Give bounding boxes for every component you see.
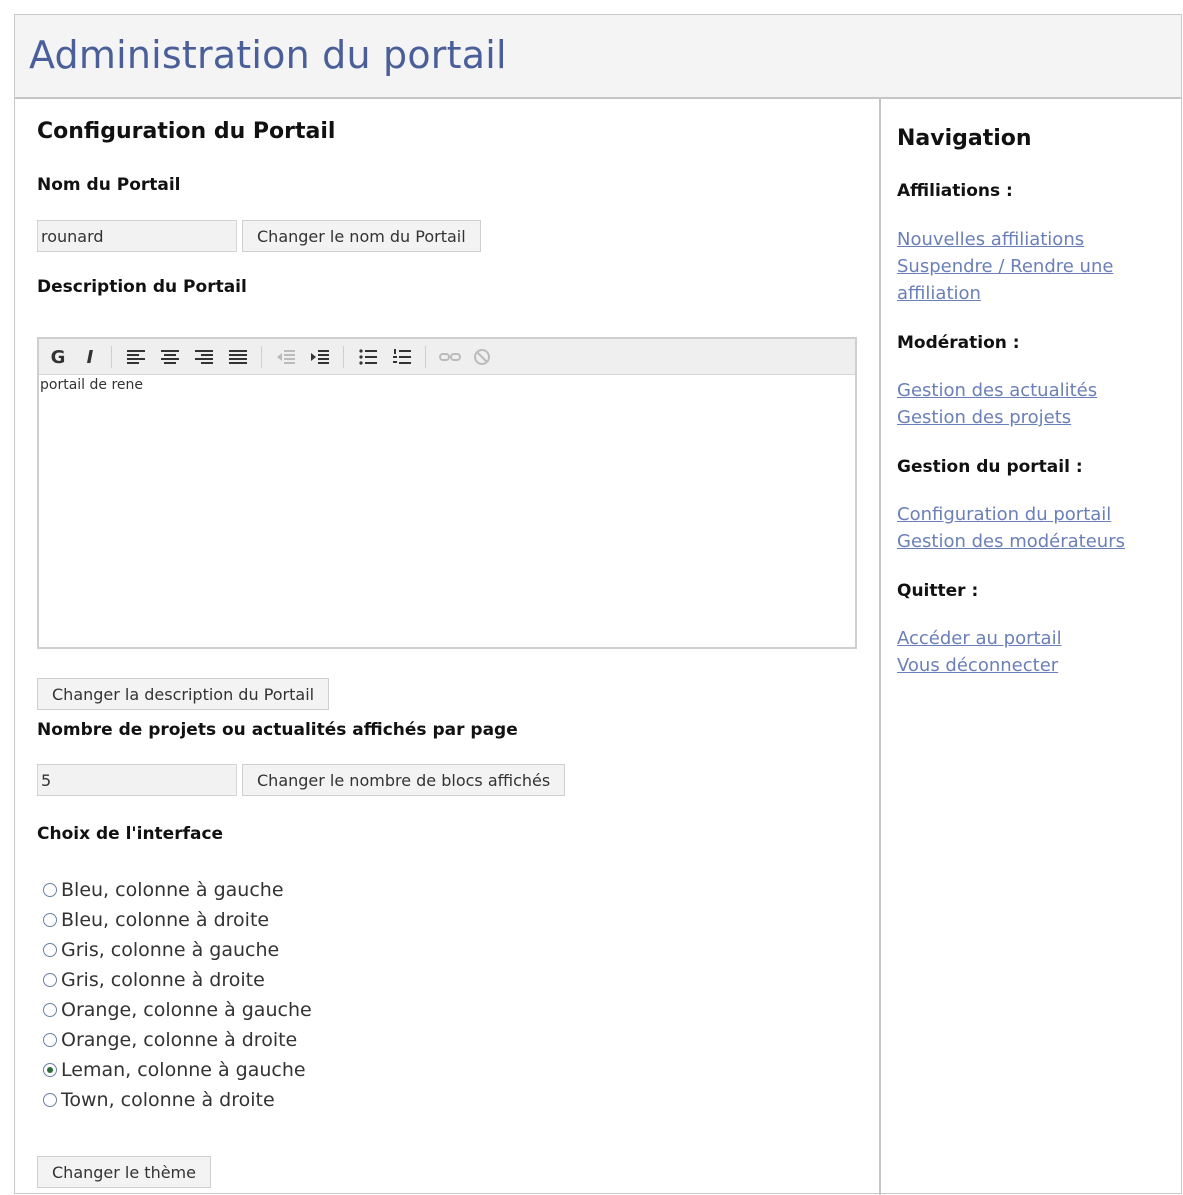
radio-button[interactable] — [43, 973, 57, 987]
change-theme-button[interactable]: Changer le thème — [37, 1156, 211, 1188]
link-logout[interactable]: Vous déconnecter — [897, 652, 1058, 679]
radio-button[interactable] — [43, 1093, 57, 1107]
theme-option-label: Orange, colonne à gauche — [61, 999, 312, 1021]
theme-option-label: Orange, colonne à droite — [61, 1029, 298, 1051]
link-manage-moderators[interactable]: Gestion des modérateurs — [897, 528, 1125, 555]
change-name-button[interactable]: Changer le nom du Portail — [242, 220, 481, 252]
blocks-per-page-input[interactable] — [37, 764, 237, 796]
radio-button[interactable] — [43, 913, 57, 927]
page-header: Administration du portail — [15, 15, 1181, 99]
link-suspend-affiliation-cont[interactable]: affiliation — [897, 280, 981, 307]
sidebar: Navigation Affiliations : Nouvelles affi… — [881, 99, 1181, 1195]
rich-text-editor: G I portail de rene — [37, 337, 857, 649]
link-portal-configuration[interactable]: Configuration du portail — [897, 501, 1111, 528]
theme-option-label: Gris, colonne à droite — [61, 969, 265, 991]
align-right-icon[interactable] — [191, 344, 217, 370]
align-justify-icon[interactable] — [225, 344, 251, 370]
theme-option[interactable]: Gris, colonne à droite — [43, 966, 265, 994]
radio-button[interactable] — [43, 1033, 57, 1047]
page-title: Administration du portail — [29, 33, 507, 77]
bullet-list-icon[interactable] — [355, 344, 381, 370]
italic-icon[interactable]: I — [77, 344, 103, 370]
sidebar-heading-portal: Gestion du portail : — [897, 457, 1083, 477]
align-center-icon[interactable] — [157, 344, 183, 370]
link-new-affiliations[interactable]: Nouvelles affiliations — [897, 226, 1084, 253]
radio-button[interactable] — [43, 943, 57, 957]
radio-button-checked[interactable] — [43, 1063, 57, 1077]
portal-name-input[interactable] — [37, 220, 237, 252]
change-description-button[interactable]: Changer la description du Portail — [37, 678, 330, 710]
sidebar-heading-moderation: Modération : — [897, 333, 1020, 353]
change-blocks-button[interactable]: Changer le nombre de blocs affichés — [242, 764, 566, 796]
unlink-icon[interactable] — [469, 344, 495, 370]
link-manage-news[interactable]: Gestion des actualités — [897, 377, 1097, 404]
theme-option[interactable]: Town, colonne à droite — [43, 1086, 275, 1114]
numbered-list-icon[interactable] — [389, 344, 415, 370]
radio-button[interactable] — [43, 1003, 57, 1017]
toolbar-divider — [261, 346, 262, 368]
sidebar-title: Navigation — [897, 126, 1032, 151]
theme-choice-label: Choix de l'interface — [37, 824, 224, 844]
sidebar-heading-affiliations: Affiliations : — [897, 181, 1013, 201]
toolbar-divider — [425, 346, 426, 368]
link-manage-projects[interactable]: Gestion des projets — [897, 404, 1071, 431]
sidebar-heading-quit: Quitter : — [897, 581, 979, 601]
indent-icon[interactable] — [307, 344, 333, 370]
theme-option[interactable]: Bleu, colonne à gauche — [43, 876, 284, 904]
theme-option[interactable]: Orange, colonne à gauche — [43, 996, 312, 1024]
theme-option[interactable]: Bleu, colonne à droite — [43, 906, 269, 934]
editor-toolbar: G I — [39, 339, 855, 375]
theme-option-label: Bleu, colonne à gauche — [61, 879, 284, 901]
toolbar-divider — [111, 346, 112, 368]
main-content: Configuration du Portail Nom du Portail … — [15, 99, 881, 1195]
link-suspend-affiliation[interactable]: Suspendre / Rendre une — [897, 253, 1113, 280]
blocks-per-page-label: Nombre de projets ou actualités affichés… — [37, 720, 518, 740]
theme-option-label: Town, colonne à droite — [61, 1089, 275, 1111]
link-access-portal[interactable]: Accéder au portail — [897, 625, 1062, 652]
portal-description-label: Description du Portail — [37, 277, 247, 297]
portal-name-label: Nom du Portail — [37, 175, 181, 195]
align-left-icon[interactable] — [123, 344, 149, 370]
outdent-icon[interactable] — [273, 344, 299, 370]
theme-option-label: Leman, colonne à gauche — [61, 1059, 306, 1081]
section-title: Configuration du Portail — [37, 119, 336, 144]
description-textarea[interactable]: portail de rene — [39, 375, 855, 647]
radio-button[interactable] — [43, 883, 57, 897]
theme-option-label: Bleu, colonne à droite — [61, 909, 270, 931]
theme-option[interactable]: Gris, colonne à gauche — [43, 936, 279, 964]
toolbar-divider — [343, 346, 344, 368]
page-frame: Administration du portail Configuration … — [14, 14, 1182, 1195]
link-icon[interactable] — [437, 344, 463, 370]
theme-option-label: Gris, colonne à gauche — [61, 939, 280, 961]
theme-option[interactable]: Leman, colonne à gauche — [43, 1056, 306, 1084]
bold-icon[interactable]: G — [45, 344, 71, 370]
theme-option[interactable]: Orange, colonne à droite — [43, 1026, 297, 1054]
